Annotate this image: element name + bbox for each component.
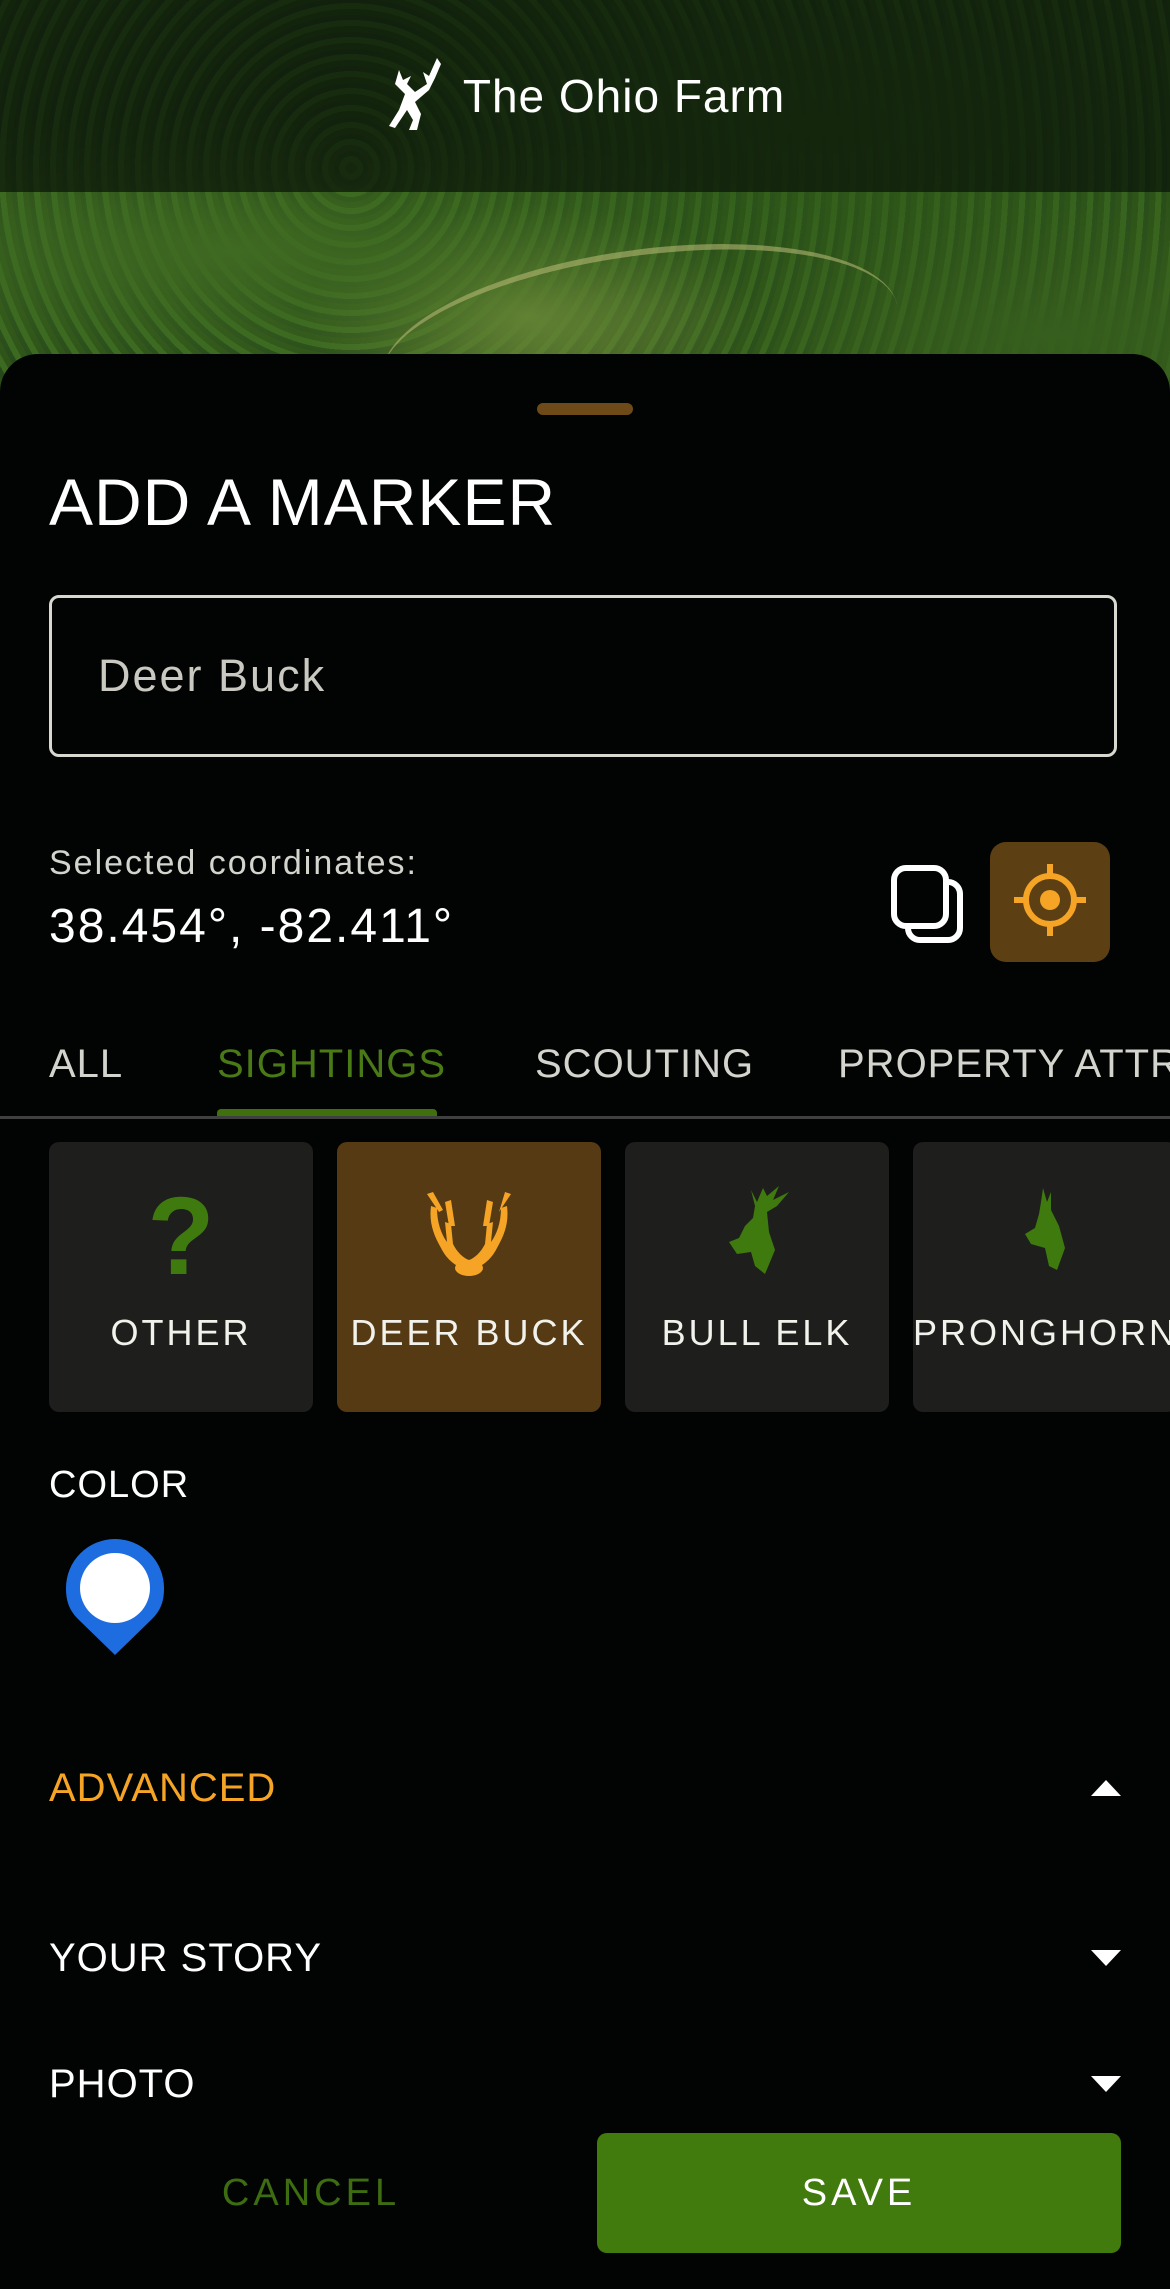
category-card-other[interactable]: ? OTHER	[49, 1142, 313, 1412]
tab-scouting[interactable]: SCOUTING	[535, 1042, 754, 1087]
color-label: COLOR	[49, 1464, 190, 1506]
elk-head-icon	[625, 1182, 889, 1282]
tab-property-attributes[interactable]: PROPERTY ATTR	[838, 1042, 1170, 1087]
color-pin-blue[interactable]	[66, 1539, 164, 1659]
category-card-pronghorn[interactable]: PRONGHORN	[913, 1142, 1170, 1412]
deer-logo-icon	[385, 56, 445, 137]
antlers-icon	[337, 1182, 601, 1282]
svg-text:?: ?	[147, 1182, 214, 1282]
chevron-down-icon	[1091, 2076, 1121, 2092]
photo-section-toggle[interactable]: PHOTO	[49, 2054, 1121, 2114]
active-tab-indicator	[217, 1109, 437, 1116]
brand: The Ohio Farm	[385, 56, 785, 137]
marker-name-input[interactable]: Deer Buck	[49, 595, 1117, 757]
pronghorn-head-icon	[913, 1182, 1170, 1282]
map-pin-icon	[66, 1539, 164, 1663]
coordinates-label: Selected coordinates:	[49, 844, 418, 882]
your-story-section-toggle[interactable]: YOUR STORY	[49, 1928, 1121, 1988]
app-header: The Ohio Farm	[0, 0, 1170, 192]
advanced-label: ADVANCED	[49, 1765, 277, 1810]
chevron-down-icon	[1091, 1950, 1121, 1966]
advanced-section-toggle[interactable]: ADVANCED	[49, 1758, 1121, 1818]
sheet-title: ADD A MARKER	[49, 465, 557, 539]
add-marker-sheet: ADD A MARKER Deer Buck Selected coordina…	[0, 354, 1170, 2289]
category-label: PRONGHORN	[913, 1312, 1170, 1353]
farm-title: The Ohio Farm	[462, 70, 786, 122]
question-mark-icon: ?	[49, 1182, 313, 1282]
locate-button[interactable]	[990, 842, 1110, 962]
tab-all[interactable]: ALL	[49, 1042, 123, 1087]
coordinates-value: 38.454°, -82.411°	[49, 900, 455, 953]
category-card-bull-elk[interactable]: BULL ELK	[625, 1142, 889, 1412]
copy-coordinates-button[interactable]	[888, 862, 968, 952]
category-list: ? OTHER DEER BUCK BULL ELK PRONGHORN	[0, 1142, 1170, 1414]
save-button[interactable]: SAVE	[597, 2133, 1121, 2253]
photo-label: PHOTO	[49, 2061, 196, 2106]
chevron-up-icon	[1091, 1780, 1121, 1796]
copy-icon	[888, 865, 968, 956]
your-story-label: YOUR STORY	[49, 1935, 323, 1980]
sheet-drag-handle[interactable]	[537, 403, 633, 415]
category-tabs: ALL SIGHTINGS SCOUTING PROPERTY ATTR	[0, 1014, 1170, 1119]
category-label: BULL ELK	[661, 1312, 853, 1353]
crosshair-icon	[1012, 862, 1088, 943]
category-label: OTHER	[110, 1312, 252, 1353]
tab-sightings[interactable]: SIGHTINGS	[217, 1042, 446, 1087]
cancel-button[interactable]: CANCEL	[49, 2133, 573, 2253]
marker-name-value: Deer Buck	[98, 650, 327, 701]
category-card-deer-buck[interactable]: DEER BUCK	[337, 1142, 601, 1412]
category-label: DEER BUCK	[350, 1312, 588, 1353]
